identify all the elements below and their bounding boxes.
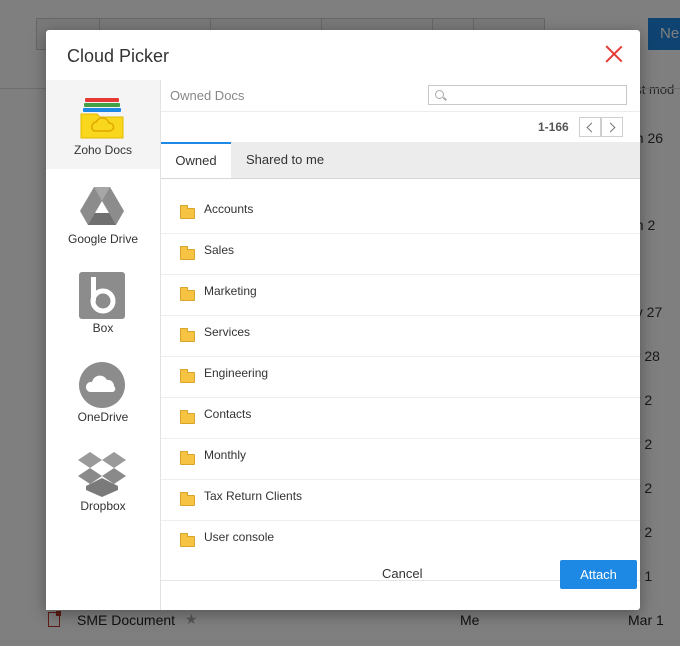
folder-name: Sales <box>204 243 235 257</box>
next-page-button[interactable] <box>601 117 623 137</box>
folder-icon <box>180 287 195 301</box>
folder-icon <box>180 246 195 260</box>
folder-item[interactable]: User console <box>161 521 640 561</box>
folder-item[interactable]: Accounts <box>161 193 640 234</box>
provider-box[interactable]: Box <box>46 258 160 347</box>
search-input[interactable] <box>449 86 623 106</box>
chevron-right-icon <box>605 122 616 133</box>
folder-icon <box>180 328 195 342</box>
tabs-bar: Owned Shared to me <box>161 142 640 179</box>
folder-item[interactable]: Contacts <box>161 398 640 439</box>
provider-dropbox[interactable]: Dropbox <box>46 436 160 525</box>
folder-item[interactable]: Services <box>161 316 640 357</box>
section-title: Owned Docs <box>170 88 245 103</box>
box-icon <box>79 272 125 319</box>
dropbox-icon <box>78 452 126 497</box>
folder-name: Marketing <box>204 284 257 298</box>
provider-sidebar: Zoho Docs Google Drive Box OneDrive Drop… <box>46 80 161 610</box>
folder-icon <box>180 410 195 424</box>
close-icon[interactable] <box>602 42 626 66</box>
onedrive-icon <box>79 362 125 408</box>
folder-name: Contacts <box>204 407 252 421</box>
folder-icon <box>180 533 195 547</box>
previous-page-button[interactable] <box>579 117 601 137</box>
provider-label: Zoho Docs <box>73 143 133 157</box>
folder-name: User console <box>204 530 275 544</box>
folder-item[interactable]: Engineering <box>161 357 640 398</box>
folder-name: Engineering <box>204 366 269 380</box>
provider-label: OneDrive <box>77 410 129 424</box>
tab-owned[interactable]: Owned <box>161 142 231 178</box>
provider-onedrive[interactable]: OneDrive <box>46 347 160 436</box>
folder-icon <box>180 205 195 219</box>
folder-icon <box>180 492 195 506</box>
google-drive-icon <box>80 187 124 225</box>
cloud-picker-dialog: Cloud Picker Zoho Docs Google Drive Box … <box>46 30 640 610</box>
search-icon <box>435 90 444 99</box>
cancel-button[interactable]: Cancel <box>382 566 422 581</box>
folder-item[interactable]: Marketing <box>161 275 640 316</box>
pagination-range: 1-166 <box>538 120 569 134</box>
folder-name: Monthly <box>204 448 247 462</box>
provider-label: Dropbox <box>80 499 126 513</box>
dialog-title: Cloud Picker <box>67 46 170 66</box>
folder-name: Services <box>204 325 251 339</box>
folder-item[interactable]: Monthly <box>161 439 640 480</box>
folder-icon <box>180 451 195 465</box>
provider-google-drive[interactable]: Google Drive <box>46 169 160 258</box>
folder-name: Accounts <box>204 202 254 216</box>
folder-icon <box>180 369 195 383</box>
provider-label: Google Drive <box>67 232 139 246</box>
search-box[interactable] <box>428 85 627 106</box>
zoho-docs-icon <box>80 98 124 139</box>
file-browser: Owned Docs 1-166 Owned Shared to me Acco… <box>161 80 640 610</box>
provider-zoho-docs[interactable]: Zoho Docs <box>46 80 160 169</box>
header-divider <box>161 111 640 112</box>
attach-button[interactable]: Attach <box>560 560 637 589</box>
provider-label: Box <box>92 321 114 335</box>
folder-item[interactable]: Sales <box>161 234 640 275</box>
chevron-left-icon <box>586 122 597 133</box>
tab-shared-to-me[interactable]: Shared to me <box>246 142 324 178</box>
folder-item[interactable]: Tax Return Clients <box>161 480 640 521</box>
folder-name: Tax Return Clients <box>204 489 303 503</box>
folder-list: Accounts Sales Marketing Services Engine… <box>161 193 640 561</box>
